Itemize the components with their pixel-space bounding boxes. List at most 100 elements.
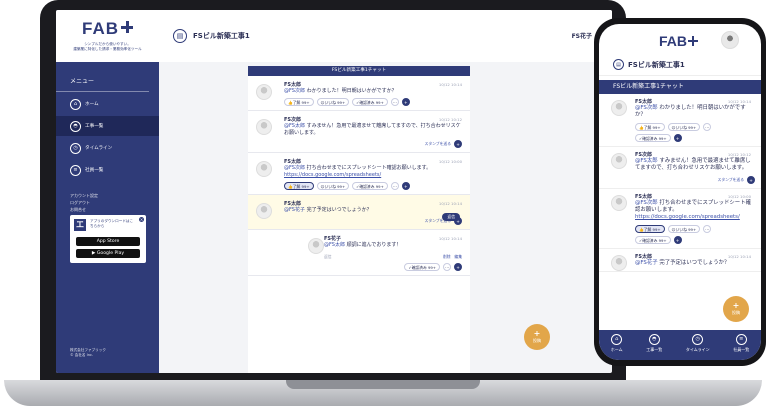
add-reaction-icon[interactable]: + [673,133,682,142]
mention[interactable]: @FS太郎 [324,242,345,248]
post-fab-button[interactable]: + 投稿 [723,296,749,322]
nav-item-employees[interactable]: ≡ 社員一覧 [733,333,749,353]
more-icon[interactable]: ⋯ [390,98,399,106]
react-like-button[interactable]: ☺いいね 99+ [667,224,701,233]
reaction-bar: ✓確認済み 99+ ⋯ + [324,263,462,271]
message-time: 10/12 10:00 [438,159,462,164]
nav-item-timeline[interactable]: ◷ タイムライン [686,333,710,353]
sidebar-item-label: 工事一覧 [85,124,104,129]
app-store-button[interactable]: App Store [76,237,140,246]
message-body: @FS花子 完了予定はいつでしょうか？ [635,259,730,266]
reaction-bar: 👍了解 99+ ☺いいね 99+ ✓確認済み 99+ ⋯ + [284,182,462,190]
helmet-icon: ◓ [70,120,81,132]
react-ok-button[interactable]: 👍了解 99+ [635,224,665,233]
account-settings-link[interactable]: アカウント設定 [56,192,159,199]
google-play-button[interactable]: ▶ Google Play [76,249,140,258]
nav-item-projects[interactable]: ◓ 工事一覧 [646,333,662,353]
brand-logo[interactable]: FAB [56,19,159,39]
nav-item-home[interactable]: ⌂ ホーム [611,333,623,353]
send-stamp-link[interactable]: スタンプを送る + [284,140,462,148]
user-avatar[interactable] [721,31,739,49]
laptop-screen: FAB シンプルだから使いやすい。 建築業に特化した請求・業務効率化ツール メニ… [56,10,612,373]
sidebar-footer: 株式会社ファブリック © 会社名 Inc. [70,348,106,357]
logout-link[interactable]: ログアウト [56,199,159,206]
send-stamp-link[interactable]: スタンプを送る + [635,175,755,184]
add-reaction-icon[interactable]: + [673,235,682,244]
sidebar-item-employees[interactable]: ≡ 社員一覧 [56,160,159,180]
react-ok-button[interactable]: 👍了解 99+ [635,122,665,131]
react-like-button[interactable]: ☺いいね 99+ [316,98,350,106]
delete-button[interactable]: 削除 [443,254,451,259]
chat-title-bar: FSビル新築工事1チャット [248,66,470,76]
mention[interactable]: @FS太郎 [284,123,305,129]
avatar [611,100,627,116]
sidebar-item-projects[interactable]: ◓ 工事一覧 [56,116,159,136]
react-confirmed-button[interactable]: ✓確認済み 99+ [635,133,671,142]
list-icon: ≡ [735,333,747,345]
mention[interactable]: @FS次郎 [635,200,658,206]
chat-message: FS太郎 10/12 10:14 @FS次郎 わかりました！明日朝はいかがですか… [599,94,761,147]
avatar [256,119,272,135]
close-icon[interactable]: × [139,217,144,222]
home-icon: ⌂ [611,333,623,345]
plus-icon [688,36,698,46]
plus-icon [121,21,133,33]
react-ok-button[interactable]: 👍了解 99+ [284,98,314,106]
message-body: @FS太郎 すみません！急用で最適ませて離席してますので、打ち合わせリスケお願い… [284,123,461,136]
react-ok-button[interactable]: 👍了解 99+ [284,182,314,190]
send-stamp-link[interactable]: スタンプを送る + [284,217,462,225]
chat-message: FS太郎 10/12 10:00 @FS次郎 打ち合わせまでにスプレッドシート確… [599,189,761,249]
phone-bottom-nav: ⌂ ホーム ◓ 工事一覧 ◷ タイムライン ≡ 社員一覧 [599,330,761,360]
plus-icon: + [533,329,541,338]
message-time: 10/12 10:14 [438,236,462,241]
sidebar-item-timeline[interactable]: ◷ タイムライン [56,138,159,158]
chat-message: FS太郎 10/12 10:14 @FS花子 完了予定はいつでしょうか？ [599,249,761,273]
current-user-name[interactable]: FS花子 [572,31,592,40]
reply-button[interactable]: 返信 [442,213,460,221]
reaction-bar: 👍了解 99+ ☺いいね 99+ ⋯ [635,224,755,233]
more-icon[interactable]: ⋯ [390,182,399,190]
mention[interactable]: @FS花子 [284,207,305,213]
chat-message: FS太郎 10/12 10:14 @FS次郎 わかりました！明日朝はいかがですか… [248,76,470,111]
message-author: FS太郎 [284,201,302,207]
spreadsheet-link[interactable]: https://docs.google.com/spreadsheets/ [284,172,381,178]
message-time: 10/12 10:00 [727,193,751,199]
helmet-icon: ◓ [648,333,660,345]
contact-link[interactable]: お問合せ [56,206,159,213]
mention[interactable]: @FS太郎 [635,158,658,164]
avatar [611,254,627,271]
spreadsheet-link[interactable]: https://docs.google.com/spreadsheets/ [635,214,740,220]
react-confirmed-button[interactable]: ✓確認済み 99+ [404,263,440,271]
chat-panel: FSビル新築工事1チャット FS太郎 10/12 10:14 @FS次郎 わかり… [248,66,470,373]
mention[interactable]: @FS次郎 [635,105,658,111]
sidebar-item-label: ホーム [85,102,99,107]
more-icon[interactable]: ⋯ [703,224,712,233]
add-reaction-icon[interactable]: + [401,182,410,190]
react-confirmed-button[interactable]: ✓確認済み 99+ [635,235,671,244]
add-reaction-icon[interactable]: + [401,98,410,106]
more-icon[interactable]: ⋯ [443,263,451,271]
react-confirmed-button[interactable]: ✓確認済み 99+ [352,182,388,190]
more-icon[interactable]: ⋯ [703,122,712,131]
post-fab-button[interactable]: + 投稿 [524,324,550,350]
react-like-button[interactable]: ☺いいね 99+ [316,182,350,190]
mention[interactable]: @FS次郎 [284,88,305,94]
reaction-bar: 👍了解 99+ ☺いいね 99+ ⋯ [635,122,755,131]
sidebar-item-home[interactable]: ⌂ ホーム [56,94,159,114]
mention[interactable]: @FS花子 [635,260,658,266]
message-body: @FS次郎 打ち合わせまでにスプレッドシート確認お願いします。 https://d… [284,165,432,178]
add-reaction-icon[interactable]: + [454,263,462,271]
message-time: 10/12 10:14 [438,82,462,87]
avatar [256,84,272,100]
mention[interactable]: @FS次郎 [284,165,305,171]
message-actions: 返信 削除 編集 [324,254,462,260]
message-author: FS次郎 [284,117,302,123]
brand-logo[interactable]: FAB [659,33,698,49]
react-like-button[interactable]: ☺いいね 99+ [667,122,701,131]
edit-button[interactable]: 編集 [454,254,462,259]
phone-header: FAB [599,24,761,54]
avatar [611,152,627,169]
react-confirmed-button[interactable]: ✓確認済み 99+ [352,98,388,106]
message-time: 10/12 10:14 [727,253,751,259]
message-body: @FS次郎 わかりました！明日朝はいかがですか？ [284,88,397,94]
